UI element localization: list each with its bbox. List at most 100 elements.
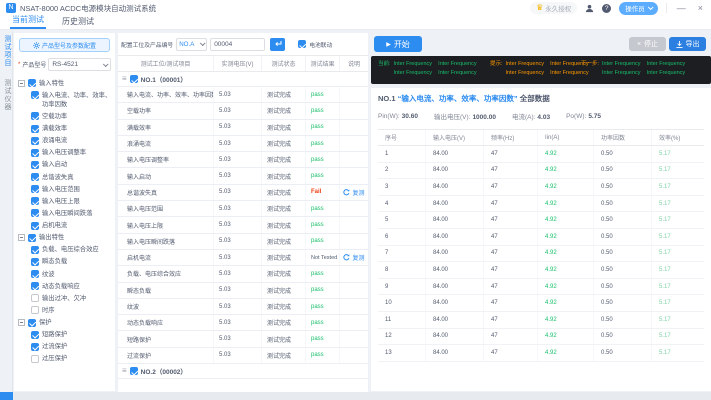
tree-item[interactable]: 时序 (31, 304, 112, 316)
tree-item-checkbox[interactable] (31, 197, 39, 206)
test-row[interactable]: 浪涌电流 5.03 测试完成 pass (118, 135, 368, 153)
stop-button[interactable]: × 停止 (629, 37, 666, 51)
tree-item[interactable]: 纹波 (31, 268, 112, 280)
tree-item-checkbox[interactable] (31, 294, 39, 303)
data-row[interactable]: 1 84.00 47 4.92 0.50 5.17 (378, 146, 704, 163)
data-row[interactable]: 4 84.00 47 4.92 0.50 5.17 (378, 195, 704, 213)
tree-item-checkbox[interactable] (31, 270, 39, 278)
data-row[interactable]: 2 84.00 47 4.92 0.50 5.17 (378, 162, 704, 180)
tree-item-checkbox[interactable] (31, 306, 39, 315)
tree-item[interactable]: 输出过冲、欠冲 (31, 292, 112, 304)
test-row[interactable]: 短路保护 5.03 测试完成 pass (118, 331, 368, 348)
battery-linkage-checkbox[interactable] (298, 40, 307, 49)
tab-current-test[interactable]: 当前测试 (10, 14, 46, 29)
test-row[interactable]: 输入电压瞬间跌落 5.03 测试完成 pass (118, 233, 368, 250)
test-row[interactable]: 动态负载响应 5.03 测试完成 pass (118, 315, 368, 332)
tree-item[interactable]: 浪涌电流 (31, 135, 112, 147)
collapse-icon[interactable] (18, 234, 25, 242)
tree-item-checkbox[interactable] (31, 330, 39, 339)
tree-item-checkbox[interactable] (31, 245, 39, 254)
export-button[interactable]: 导出 (669, 37, 706, 51)
serial-input[interactable]: 00004 (210, 37, 266, 51)
drag-handle-icon[interactable]: ≡ (122, 367, 127, 375)
test-row[interactable]: 启机电流 5.03 测试完成 Not Tested 复测 (118, 249, 368, 267)
station-group-row[interactable]: ≡ NO.2（00002） (118, 364, 368, 380)
station-checkbox[interactable] (129, 75, 138, 84)
tree-item-checkbox[interactable] (31, 160, 39, 169)
product-config-button[interactable]: 产品型号及参数配置 (19, 38, 110, 52)
start-button[interactable]: ▶ 开始 (374, 36, 422, 52)
tree-item-checkbox[interactable] (31, 354, 39, 363)
tree-parent-checkbox[interactable] (28, 233, 36, 242)
test-row[interactable]: 输入电压调整率 5.03 测试完成 pass (118, 152, 368, 169)
test-row[interactable]: 输入启动 5.03 测试完成 pass (118, 168, 368, 185)
data-row[interactable]: 12 84.00 47 4.92 0.50 5.17 (378, 328, 704, 346)
tree-item[interactable]: 输入电压上限 (31, 195, 112, 207)
test-row[interactable]: 输入电压范围 5.03 测试完成 pass (118, 201, 368, 218)
tree-item-checkbox[interactable] (31, 173, 39, 181)
tree-item-checkbox[interactable] (31, 91, 39, 100)
tree-item-checkbox[interactable] (31, 185, 39, 194)
data-row[interactable]: 3 84.00 47 4.92 0.50 5.17 (378, 179, 704, 196)
tree-item-checkbox[interactable] (31, 209, 39, 218)
data-row[interactable]: 11 84.00 47 4.92 0.50 5.17 (378, 311, 704, 329)
retest-button[interactable]: 复测 (340, 250, 368, 265)
tree-item[interactable]: 过压保护 (31, 353, 112, 365)
test-row[interactable]: 过流保护 5.03 测试完成 pass (118, 347, 368, 365)
tree-item[interactable]: 输入电压范围 (31, 183, 112, 195)
data-row[interactable]: 10 84.00 47 4.92 0.50 5.17 (378, 295, 704, 312)
model-select[interactable]: RS-4521 (48, 58, 111, 71)
data-row[interactable]: 6 84.00 47 4.92 0.50 5.17 (378, 228, 704, 246)
tree-item[interactable]: 空载功率 (31, 110, 112, 122)
tree-item[interactable]: 满载效率 (31, 123, 112, 135)
help-icon[interactable]: ? (602, 3, 612, 13)
minimize-button[interactable]: — (675, 3, 688, 13)
tree-parent-item[interactable]: 输入特性 (18, 77, 112, 89)
user-menu-button[interactable]: 操作员 (619, 1, 658, 15)
tree-item-checkbox[interactable] (31, 342, 39, 351)
tree-item[interactable]: 输入电压瞬间跌落 (31, 207, 112, 219)
data-row[interactable]: 9 84.00 47 4.92 0.50 5.17 (378, 278, 704, 296)
collapse-icon[interactable] (18, 79, 25, 87)
tree-item[interactable]: 过流保护 (31, 341, 112, 353)
tree-item[interactable]: 输入启动 (31, 159, 112, 171)
data-row[interactable]: 13 84.00 47 4.92 0.50 5.17 (378, 345, 704, 362)
sidenav-test-items[interactable]: 测试项目 (2, 35, 12, 67)
test-row[interactable]: 纹波 5.03 测试完成 pass (118, 298, 368, 316)
data-row[interactable]: 7 84.00 47 4.92 0.50 5.17 (378, 245, 704, 263)
test-row[interactable]: 负载、电压综合效应 5.03 测试完成 pass (118, 266, 368, 283)
tree-item-checkbox[interactable] (31, 257, 39, 266)
test-row[interactable]: 总谐波失真 5.03 测试完成 Fail 复测 (118, 184, 368, 202)
tree-item[interactable]: 输入电流、功率、效率、功率因数 (31, 89, 112, 110)
tree-item-checkbox[interactable] (31, 136, 39, 145)
test-row[interactable]: 满载效率 5.03 测试完成 pass (118, 119, 368, 136)
tree-parent-item[interactable]: 保护 (18, 317, 112, 329)
collapse-icon[interactable] (18, 319, 25, 326)
tree-item-checkbox[interactable] (31, 221, 39, 230)
tree-item[interactable]: 启机电流 (31, 220, 112, 232)
tree-item[interactable]: 动态负载响应 (31, 280, 112, 292)
retest-button[interactable]: 复测 (340, 185, 368, 200)
tree-item-checkbox[interactable] (31, 282, 39, 291)
test-row[interactable]: 输入电流、功率、效率、功率因数 5.03 测试完成 pass (118, 87, 368, 104)
user-icon[interactable] (585, 4, 594, 13)
station-select[interactable]: NO.A (176, 37, 208, 51)
battery-linkage-option[interactable]: 电池联动 (298, 40, 332, 49)
tree-parent-checkbox[interactable] (28, 318, 36, 327)
sidenav-test-instruments[interactable]: 测试仪器 (2, 79, 12, 111)
tree-item-checkbox[interactable] (31, 148, 39, 157)
test-row[interactable]: 瞬态负载 5.03 测试完成 pass (118, 282, 368, 299)
tree-item[interactable]: 瞬态负载 (31, 256, 112, 268)
close-button[interactable]: × (696, 3, 705, 13)
tree-item[interactable]: 负载、电压综合效应 (31, 244, 112, 256)
station-checkbox[interactable] (129, 367, 138, 376)
data-row[interactable]: 5 84.00 47 4.92 0.50 5.17 (378, 212, 704, 229)
drag-handle-icon[interactable]: ≡ (122, 75, 127, 83)
tree-parent-checkbox[interactable] (28, 79, 36, 87)
tree-item-checkbox[interactable] (31, 112, 39, 121)
tree-parent-item[interactable]: 输出特性 (18, 232, 112, 244)
data-row[interactable]: 8 84.00 47 4.92 0.50 5.17 (378, 262, 704, 279)
tree-item[interactable]: 输入电压调整率 (31, 147, 112, 159)
tab-history-test[interactable]: 历史测试 (60, 16, 96, 29)
tree-item[interactable]: 总谐波失真 (31, 171, 112, 183)
